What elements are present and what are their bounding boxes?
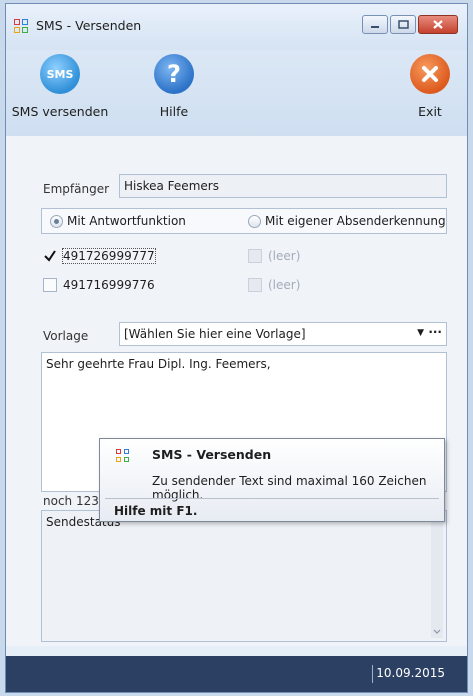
remaining-characters: noch 123 xyxy=(43,494,99,508)
scroll-down-icon[interactable] xyxy=(431,628,443,636)
close-icon xyxy=(410,54,450,94)
app-icon xyxy=(116,449,130,463)
status-divider xyxy=(372,665,373,683)
help-icon: ? xyxy=(154,54,194,94)
phone-number-2: 491716999776 xyxy=(63,278,155,292)
phone-checkbox-1[interactable] xyxy=(43,249,57,263)
sms-window: SMS - Versenden SMS SMS versenden ? Hilf xyxy=(5,3,468,693)
help-tooltip: SMS - Versenden Zu sendender Text sind m… xyxy=(99,438,445,522)
empty-slot-2: (leer) xyxy=(268,278,301,292)
sms-icon: SMS xyxy=(40,54,80,94)
maximize-button[interactable] xyxy=(390,15,416,34)
recipient-field[interactable]: Hiskea Feemers xyxy=(119,174,447,198)
recipient-label: Empfänger xyxy=(43,182,110,196)
radio-sender-id[interactable]: Mit eigener Absenderkennung xyxy=(248,214,446,228)
status-bar: 10.09.2015 xyxy=(6,656,467,692)
send-sms-button[interactable]: SMS SMS versenden xyxy=(10,54,110,119)
send-sms-label: SMS versenden xyxy=(11,104,109,119)
template-value: [Wählen Sie hier eine Vorlage] xyxy=(124,327,306,341)
template-label: Vorlage xyxy=(43,329,89,343)
tooltip-help-hint: Hilfe mit F1. xyxy=(114,504,198,518)
phone-checkbox-2[interactable] xyxy=(43,278,57,292)
tooltip-title: SMS - Versenden xyxy=(152,447,272,462)
status-date: 10.09.2015 xyxy=(376,666,445,680)
more-options-icon[interactable]: ··· xyxy=(428,325,442,339)
radio-sender-id-label: Mit eigener Absenderkennung xyxy=(265,214,446,228)
form-area: Empfänger Hiskea Feemers Mit Antwortfunk… xyxy=(6,136,467,646)
radio-reply[interactable]: Mit Antwortfunktion xyxy=(50,214,186,228)
title-bar: SMS - Versenden xyxy=(6,4,467,50)
radio-dot xyxy=(248,214,261,228)
template-select[interactable]: [Wählen Sie hier eine Vorlage] ▼ ··· xyxy=(119,322,447,346)
empty-checkbox-2[interactable] xyxy=(248,278,262,292)
help-button[interactable]: ? Hilfe xyxy=(149,54,199,119)
maximize-icon xyxy=(397,20,409,29)
exit-label: Exit xyxy=(418,104,442,119)
close-window-button[interactable] xyxy=(418,15,458,34)
minimize-icon xyxy=(371,25,379,28)
checkmark-icon xyxy=(44,250,56,262)
close-icon xyxy=(433,20,443,29)
radio-dot-selected xyxy=(50,214,63,228)
minimize-button[interactable] xyxy=(362,15,388,34)
message-text: Sehr geehrte Frau Dipl. Ing. Feemers, xyxy=(46,357,271,371)
help-label: Hilfe xyxy=(159,104,189,119)
exit-button[interactable]: Exit xyxy=(408,54,452,119)
tooltip-divider xyxy=(105,498,439,499)
send-status-box: Sendestatus xyxy=(41,510,447,642)
radio-reply-label: Mit Antwortfunktion xyxy=(67,214,186,228)
empty-slot-1: (leer) xyxy=(268,249,301,263)
toolbar: SMS SMS versenden ? Hilfe Exit xyxy=(6,50,467,136)
phone-number-1: 491726999777 xyxy=(62,248,156,264)
empty-checkbox-1[interactable] xyxy=(248,249,262,263)
status-scrollbar[interactable] xyxy=(431,514,443,638)
sender-option-group: Mit Antwortfunktion Mit eigener Absender… xyxy=(41,208,447,234)
dropdown-arrow-icon[interactable]: ▼ xyxy=(417,328,424,338)
window-title: SMS - Versenden xyxy=(36,18,142,33)
app-icon xyxy=(14,19,30,35)
